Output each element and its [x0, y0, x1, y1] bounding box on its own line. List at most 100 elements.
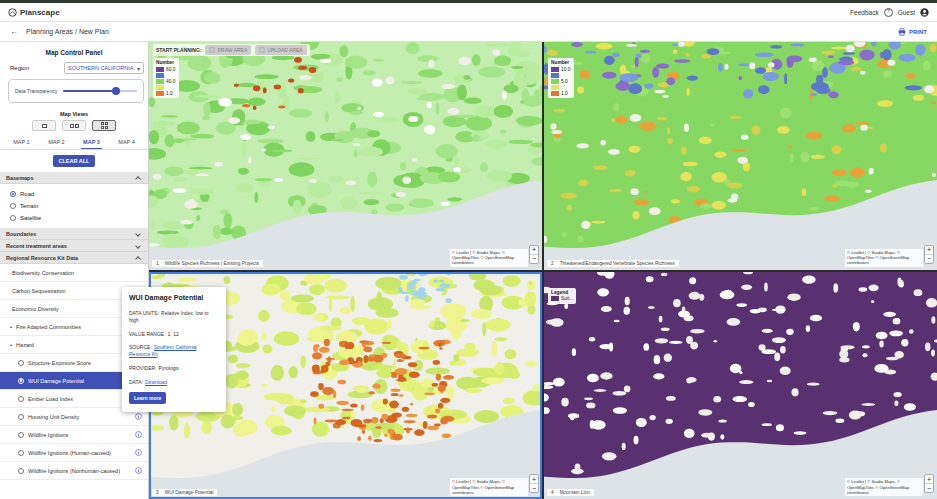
radio-button[interactable] [10, 191, 16, 197]
map-patch [667, 138, 672, 144]
region-dropdown[interactable]: SOUTHERN CALIFORNIA▾ [64, 62, 144, 74]
map-pane[interactable]: LegendSuit...© Leaflet | © Stadia Maps, … [544, 272, 937, 499]
map-patch [772, 308, 786, 310]
zoom-out-button[interactable]: − [530, 483, 538, 492]
zoom-out-button[interactable]: − [530, 254, 538, 263]
map-patch [767, 379, 773, 381]
map-patch [628, 146, 640, 153]
section-header[interactable]: Regional Resource Kit Data [0, 252, 148, 264]
map-canvas[interactable] [149, 42, 542, 270]
print-button[interactable]: PRINT [898, 28, 927, 36]
radio-button[interactable] [18, 450, 24, 456]
zoom-in-button[interactable]: + [925, 475, 933, 483]
map-patch [339, 45, 348, 57]
info-icon[interactable] [135, 431, 142, 438]
map-tab[interactable]: MAP 1 [11, 136, 31, 149]
layer-item[interactable]: Wildfire Ignitions [0, 426, 148, 444]
map-patch [438, 386, 446, 391]
info-icon[interactable] [135, 449, 142, 456]
zoom-out-button[interactable]: − [925, 254, 933, 263]
map-canvas[interactable] [544, 42, 937, 270]
zoom-in-button[interactable]: + [530, 475, 538, 483]
tooltip-value[interactable]: Download [145, 379, 167, 385]
map-tab[interactable]: MAP 4 [116, 136, 136, 149]
map-canvas[interactable] [544, 272, 937, 499]
radio-button[interactable] [18, 360, 24, 366]
info-icon[interactable] [135, 467, 142, 474]
map-patch [761, 423, 771, 426]
transparency-slider[interactable] [63, 90, 137, 92]
map-tab[interactable]: MAP 3 [81, 136, 102, 149]
map-title: 2Threatened/Endangered Vertebrate Specie… [547, 260, 679, 267]
feedback-link[interactable]: Feedback [850, 9, 879, 16]
map-patch [268, 126, 275, 129]
map-view-button[interactable] [92, 120, 116, 131]
map-patch [225, 373, 238, 388]
map-patch [600, 372, 612, 379]
map-patch [711, 201, 726, 210]
map-pane[interactable]: Number60.040.01.0© Leaflet | © Stadia Ma… [149, 42, 542, 270]
section-header[interactable]: Recent treatment areas [0, 240, 148, 252]
map-patch [762, 328, 773, 332]
map-patch [739, 76, 742, 80]
map-patch [337, 77, 343, 82]
avatar-icon[interactable] [920, 8, 929, 17]
pane [105, 126, 108, 129]
map-view-button[interactable] [62, 120, 86, 131]
planning-button[interactable]: UPLOAD AREA [255, 45, 306, 55]
radio-button[interactable] [18, 414, 24, 420]
map-patch [713, 339, 717, 341]
basemap-option[interactable]: Terrain [10, 200, 148, 212]
layer-item[interactable]: Wildfire Ignitions (Nonhuman-caused) [0, 462, 148, 480]
basemap-option[interactable]: Road [10, 188, 148, 200]
map-patch [562, 232, 567, 238]
layer-item[interactable]: Biodiversity Conservation [0, 264, 148, 282]
basemap-option[interactable]: Satellite [10, 212, 148, 224]
back-button[interactable]: ← [10, 27, 18, 36]
map-patch [220, 209, 228, 214]
zoom-in-button[interactable]: + [530, 246, 538, 254]
map-patch [527, 280, 536, 290]
map-view-button[interactable] [32, 120, 56, 131]
radio-button[interactable] [18, 396, 24, 402]
planning-button[interactable]: DRAW AREA [205, 45, 251, 55]
map-patch [435, 102, 439, 115]
brand[interactable]: Planscape [8, 8, 60, 17]
zoom-out-button[interactable]: − [925, 483, 933, 492]
radio-button[interactable] [10, 203, 16, 209]
map-patch [149, 195, 158, 207]
radio-button[interactable] [18, 468, 24, 474]
learn-more-button[interactable]: Learn more [129, 392, 166, 404]
map-patch [495, 337, 508, 341]
map-patch [405, 295, 408, 301]
map-patch [438, 172, 461, 183]
section-header[interactable]: Boundaries [0, 228, 148, 240]
map-patch [429, 59, 435, 68]
map-patch [271, 365, 284, 381]
map-patch [743, 272, 753, 274]
map-patch [234, 84, 239, 87]
region-value: SOUTHERN CALIFORNIA [68, 65, 133, 71]
clear-all-button[interactable]: CLEAR ALL [53, 155, 96, 167]
map-patch [492, 49, 500, 56]
user-name[interactable]: Guest [898, 9, 915, 16]
map-patch [324, 278, 347, 292]
map-patch [614, 103, 619, 111]
radio-button[interactable] [18, 432, 24, 438]
info-icon[interactable] [135, 413, 142, 420]
radio-button[interactable] [10, 215, 16, 221]
map-patch [770, 45, 782, 49]
help-icon[interactable]: ? [884, 8, 893, 17]
map-pane[interactable]: Number10.05.01.0© Leaflet | © Stadia Map… [544, 42, 937, 270]
map-patch [357, 192, 382, 195]
map-patch [669, 340, 683, 343]
map-tab[interactable]: MAP 2 [46, 136, 66, 149]
layer-item[interactable]: Wildfire Ignitions (Human-caused) [0, 444, 148, 462]
slider-thumb[interactable] [112, 87, 120, 95]
radio-button[interactable] [18, 378, 24, 384]
map-patch [410, 298, 426, 306]
zoom-in-button[interactable]: + [925, 246, 933, 254]
map-patch [337, 379, 346, 384]
section-header[interactable]: Basemaps [0, 172, 148, 184]
map-patch [509, 370, 520, 379]
